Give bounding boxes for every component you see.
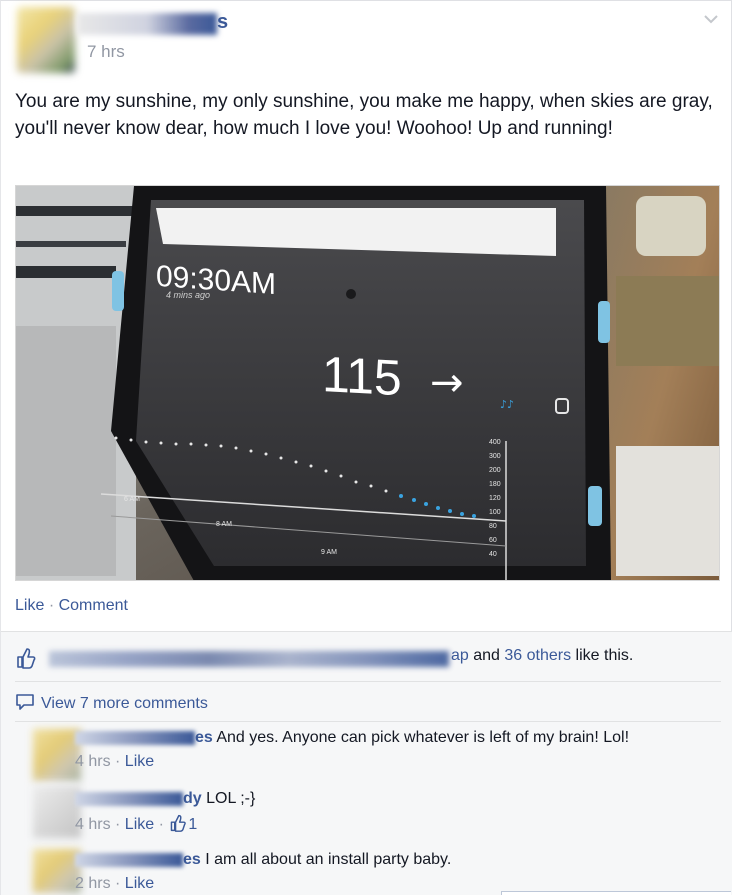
divider xyxy=(15,681,721,682)
screen-arrow: → xyxy=(430,360,464,406)
comment-item: dy LOL ;-} 4 hrs · Like · 1 xyxy=(15,784,721,844)
axis-label-0: 400 xyxy=(489,439,501,446)
screen-subtext: 4 mins ago xyxy=(166,290,210,300)
axis-label-1: 300 xyxy=(489,453,501,460)
commenter-name-blurred[interactable] xyxy=(75,731,195,745)
comment-like-link[interactable]: Like xyxy=(125,816,154,833)
feed-story: s 7 hrs You are my sunshine, my only sun… xyxy=(0,0,732,895)
comment-item: es I am all about an install party baby.… xyxy=(15,845,721,895)
commenter-avatar[interactable] xyxy=(33,729,81,781)
time-label-2: 9 AM xyxy=(321,549,337,556)
likes-and: and xyxy=(468,647,505,664)
like-thumb-icon xyxy=(17,648,36,669)
actions-separator: · xyxy=(48,597,55,614)
post-actions: Like · Comment xyxy=(15,597,128,615)
comment-like-link[interactable]: Like xyxy=(125,875,154,892)
post-photo[interactable]: 09:30AM 4 mins ago 115 → ♪♪ 400 300 200 … xyxy=(15,185,720,581)
comment-text: LOL ;-} xyxy=(201,790,256,807)
others-link[interactable]: 36 others xyxy=(504,647,571,664)
comment-time[interactable]: 2 hrs xyxy=(75,875,111,892)
author-avatar[interactable] xyxy=(17,7,75,73)
trend-marker-icon: ♪♪ xyxy=(500,398,514,411)
time-label-0: 6 AM xyxy=(124,496,140,503)
axis-label-4: 120 xyxy=(489,495,501,502)
comment-text: I am all about an install party baby. xyxy=(200,851,452,868)
like-link[interactable]: Like xyxy=(15,597,44,614)
post-message: You are my sunshine, my only sunshine, y… xyxy=(15,91,713,139)
comment-meta-separator: · xyxy=(110,753,125,770)
author-name-blurred[interactable] xyxy=(77,13,217,35)
commenter-name[interactable]: dy xyxy=(183,790,202,807)
comment-bubble-icon xyxy=(16,694,34,710)
comment-like-link[interactable]: Like xyxy=(125,753,154,770)
comment-meta-separator: · xyxy=(154,816,169,833)
commenter-avatar[interactable] xyxy=(33,849,81,893)
commenter-name-blurred[interactable] xyxy=(75,853,183,867)
like-thumb-icon[interactable] xyxy=(168,814,188,832)
axis-label-7: 60 xyxy=(489,537,497,544)
likes-sentence: ap and 36 others like this. xyxy=(15,647,721,671)
commenter-avatar[interactable] xyxy=(33,786,81,838)
time-label-1: 8 AM xyxy=(216,521,232,528)
axis-label-5: 100 xyxy=(489,509,501,516)
tablet-photo-illustration: 09:30AM 4 mins ago 115 → ♪♪ 400 300 200 … xyxy=(16,186,719,580)
write-comment-box[interactable] xyxy=(501,891,731,895)
divider xyxy=(15,721,721,722)
axis-label-8: 40 xyxy=(489,551,497,558)
view-more-comments[interactable]: View 7 more comments xyxy=(15,693,208,713)
likers-names-blurred[interactable] xyxy=(49,651,449,667)
commenter-name[interactable]: es xyxy=(183,851,201,868)
comment-meta-separator: · xyxy=(110,875,125,892)
comment-like-count[interactable]: 1 xyxy=(188,816,197,833)
commenter-name-blurred[interactable] xyxy=(75,792,183,806)
comment-time[interactable]: 4 hrs xyxy=(75,753,111,770)
author-name[interactable]: s xyxy=(217,11,228,34)
chevron-down-icon[interactable] xyxy=(703,11,719,27)
likers-name[interactable]: ap xyxy=(451,647,469,664)
axis-label-6: 80 xyxy=(489,523,497,530)
axis-label-2: 200 xyxy=(489,467,501,474)
commenter-name[interactable]: es xyxy=(195,729,213,746)
comment-time[interactable]: 4 hrs xyxy=(75,816,111,833)
screen-reading: 115 xyxy=(322,346,402,406)
comment-item: es And yes. Anyone can pick whatever is … xyxy=(15,723,721,783)
post-timestamp[interactable]: 7 hrs xyxy=(87,42,125,62)
comment-meta-separator: · xyxy=(110,816,125,833)
axis-label-3: 180 xyxy=(489,481,501,488)
view-more-label: View 7 more comments xyxy=(41,695,208,712)
comment-text: And yes. Anyone can pick whatever is lef… xyxy=(212,729,630,746)
likes-suffix: like this. xyxy=(571,647,634,664)
comment-link[interactable]: Comment xyxy=(59,597,128,614)
